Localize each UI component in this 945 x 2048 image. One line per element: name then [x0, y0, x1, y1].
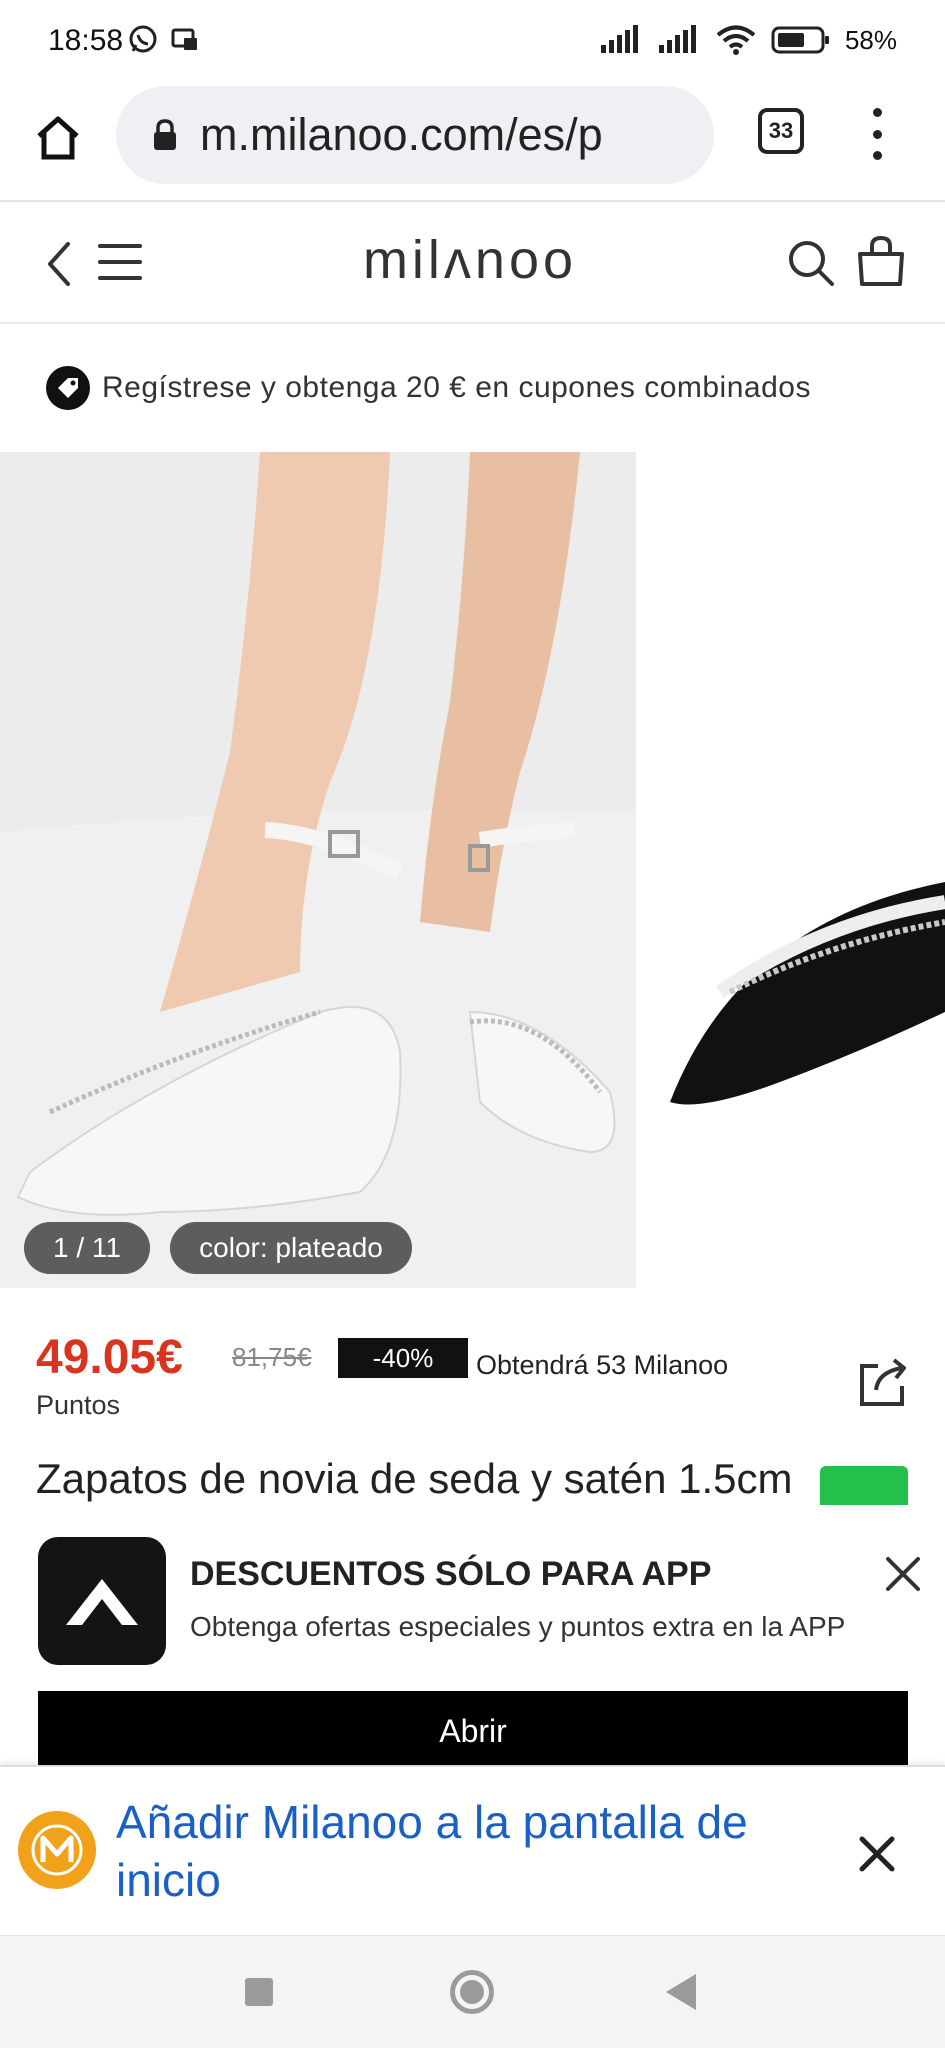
status-bar: 18:58 58%: [0, 0, 945, 82]
coupon-tag-icon: [46, 366, 90, 410]
wifi-icon: [716, 25, 756, 55]
promo-text: Regístrese y obtenga 20 € en cupones com…: [102, 371, 811, 404]
product-image-gallery[interactable]: 1 / 11 color: plateado: [0, 452, 945, 1288]
whatsapp-chat-button[interactable]: [820, 1466, 908, 1506]
add-to-home-text[interactable]: Añadir Milanoo a la pantalla de inicio: [116, 1793, 776, 1909]
home-button[interactable]: [450, 1970, 494, 2014]
product-image-white-shoes[interactable]: [0, 452, 636, 1288]
color-label: color: plateado: [170, 1222, 412, 1274]
discount-badge: -40%: [338, 1338, 468, 1378]
current-price: 49.05€: [36, 1331, 183, 1384]
image-counter: 1 / 11: [24, 1222, 150, 1274]
logo-text: milʌnoo: [363, 230, 577, 290]
site-header: milʌnoo: [0, 202, 945, 324]
original-price: 81,75€: [232, 1342, 312, 1372]
url-text: m.milanoo.com/es/p: [200, 109, 603, 160]
close-icon[interactable]: [852, 1829, 902, 1879]
lock-icon: [150, 118, 180, 152]
tab-switcher-button[interactable]: 33: [758, 108, 804, 154]
recent-apps-button[interactable]: [245, 1978, 273, 2006]
back-arrow-icon[interactable]: [38, 236, 78, 292]
browser-toolbar: m.milanoo.com/es/p 33: [0, 82, 945, 202]
back-button[interactable]: [666, 1974, 696, 2010]
site-logo[interactable]: milʌnoo: [320, 226, 620, 298]
open-app-button[interactable]: Abrir: [38, 1691, 908, 1771]
product-image-black-shoe[interactable]: [660, 452, 945, 1288]
notification-icon: [171, 28, 197, 50]
battery-icon: [771, 26, 829, 54]
shopping-bag-icon[interactable]: [856, 234, 906, 288]
close-icon[interactable]: [878, 1549, 928, 1599]
status-time: 18:58: [48, 24, 124, 57]
status-system-icons: 58%: [599, 24, 897, 56]
app-logo-icon: [38, 1537, 166, 1665]
search-icon[interactable]: [786, 238, 836, 288]
status-notification-icons: [128, 24, 200, 54]
product-title: Zapatos de novia de seda y satén 1.5cm: [36, 1455, 793, 1502]
points-suffix: Puntos: [36, 1390, 121, 1420]
menu-icon[interactable]: [98, 244, 142, 280]
signal-icon: [600, 25, 638, 53]
battery-percentage: 58%: [844, 24, 897, 55]
price-row: 49.05€ 81,75€ -40% Obtendrá 53 Milanoo P…: [36, 1330, 916, 1420]
add-to-home-screen-banner[interactable]: Añadir Milanoo a la pantalla de inicio: [0, 1765, 945, 1935]
system-navigation-bar: [0, 1935, 945, 2048]
milanoo-m-icon: [18, 1811, 96, 1889]
app-banner-subtitle: Obtenga ofertas especiales y puntos extr…: [190, 1611, 846, 1642]
app-banner-title: DESCUENTOS SÓLO PARA APP: [190, 1555, 712, 1593]
signal-icon: [658, 25, 696, 53]
browser-home-button[interactable]: [28, 108, 88, 168]
register-promo[interactable]: Regístrese y obtenga 20 € en cupones com…: [0, 324, 945, 452]
address-bar[interactable]: m.milanoo.com/es/p: [116, 86, 714, 184]
browser-menu-button[interactable]: [862, 108, 892, 160]
app-download-banner: DESCUENTOS SÓLO PARA APP Obtenga ofertas…: [0, 1505, 945, 1771]
home-icon: [37, 116, 79, 160]
points-text: Obtendrá 53 Milanoo: [476, 1350, 729, 1380]
whatsapp-icon: [129, 25, 157, 53]
share-icon[interactable]: [856, 1354, 912, 1410]
